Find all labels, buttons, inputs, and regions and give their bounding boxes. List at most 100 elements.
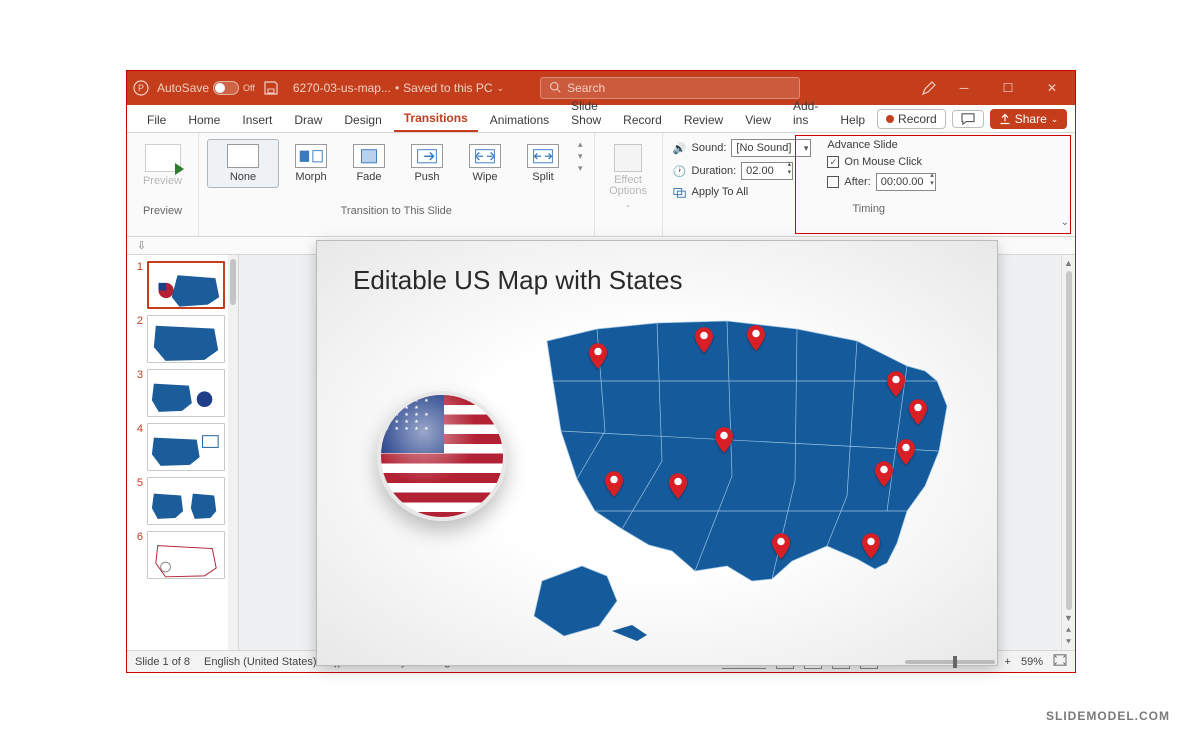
slide-canvas-area: Editable US Map with States ★ ★ ★ ★ ★★ ★… [239, 255, 1075, 650]
prev-slide-icon[interactable]: ⯅ [1065, 624, 1072, 636]
transition-split[interactable]: Split [517, 139, 569, 188]
checkbox-checked-icon: ✓ [827, 156, 839, 168]
thumbnail-3[interactable]: 3 [133, 369, 236, 417]
push-icon [411, 144, 443, 168]
apply-to-all-button[interactable]: Apply To All [673, 185, 812, 199]
autosave-toggle[interactable]: AutoSave Off [157, 81, 255, 95]
sound-combo[interactable]: [No Sound] [731, 139, 811, 157]
minimize-button[interactable]: ─ [947, 71, 981, 105]
chevron-down-icon: ⌄ [497, 83, 505, 94]
transition-morph[interactable]: Morph [285, 139, 337, 188]
tab-transitions[interactable]: Transitions [394, 105, 478, 132]
save-icon[interactable] [263, 80, 279, 96]
tab-insert[interactable]: Insert [232, 107, 282, 132]
slide[interactable]: Editable US Map with States ★ ★ ★ ★ ★★ ★… [317, 241, 997, 665]
gallery-more-icon[interactable]: ▴▾▾ [575, 139, 586, 174]
close-button[interactable]: ✕ [1035, 71, 1069, 105]
tab-help[interactable]: Help [830, 107, 875, 132]
record-button[interactable]: Record [877, 109, 946, 129]
next-slide-icon[interactable]: ⯆ [1065, 636, 1072, 648]
duration-label: Duration: [692, 165, 737, 177]
tab-review[interactable]: Review [674, 107, 733, 132]
zoom-in-button[interactable]: + [1005, 656, 1011, 668]
thumbnails-pane: 1 2 3 4 5 [127, 255, 239, 650]
thumbnail-1[interactable]: 1 [133, 261, 236, 309]
scroll-down-icon: ▼ [1064, 612, 1073, 624]
zoom-slider[interactable] [905, 660, 995, 664]
wipe-icon [469, 144, 501, 168]
fade-icon [353, 144, 385, 168]
checkbox-unchecked-icon [827, 176, 839, 188]
qat-overflow-icon[interactable]: ⇩ [137, 239, 146, 252]
zoom-level[interactable]: 59% [1021, 656, 1043, 668]
map-pin [589, 343, 607, 369]
map-pin [669, 473, 687, 499]
group-label-transitions: Transition to This Slide [207, 201, 586, 221]
after-spinner[interactable]: 00:00.00 [876, 173, 936, 191]
share-button[interactable]: Share ⌄ [990, 109, 1068, 129]
document-title[interactable]: 6270-03-us-map... • Saved to this PC ⌄ [293, 81, 504, 95]
map-pin [897, 439, 915, 465]
transition-push[interactable]: Push [401, 139, 453, 188]
autosave-state: Off [243, 83, 255, 93]
thumbnail-6[interactable]: 6 [133, 531, 236, 579]
map-pin [862, 533, 880, 559]
on-mouse-click-checkbox[interactable]: ✓ On Mouse Click [827, 156, 935, 168]
chevron-down-icon: ⌄ [625, 200, 632, 209]
search-icon [549, 81, 561, 96]
app-icon: P [133, 80, 149, 96]
clock-icon: 🕐 [673, 164, 687, 178]
transition-none[interactable]: None [207, 139, 279, 188]
tab-animations[interactable]: Animations [480, 107, 559, 132]
slide-title: Editable US Map with States [353, 265, 683, 296]
tab-home[interactable]: Home [178, 107, 230, 132]
advance-slide-label: Advance Slide [827, 139, 935, 151]
ribbon: Preview Preview None Morph Fade Push Wip… [127, 133, 1075, 237]
fit-to-window-button[interactable] [1053, 654, 1067, 669]
comments-button[interactable] [952, 110, 984, 128]
autosave-label: AutoSave [157, 81, 209, 95]
morph-icon [295, 144, 327, 168]
tab-slide-show[interactable]: Slide Show [561, 93, 611, 132]
tab-add-ins[interactable]: Add-ins [783, 93, 828, 132]
preview-button[interactable]: Preview [137, 139, 189, 192]
after-checkbox[interactable]: After: 00:00.00 [827, 173, 935, 191]
svg-text:P: P [138, 83, 144, 93]
map-pin [887, 371, 905, 397]
tab-view[interactable]: View [735, 107, 781, 132]
none-icon [227, 144, 259, 168]
effect-options-button[interactable]: Effect Options ⌄ [603, 139, 654, 214]
apply-all-icon [673, 185, 687, 199]
tab-draw[interactable]: Draw [284, 107, 332, 132]
map-pin [747, 325, 765, 351]
sound-label: Sound: [692, 142, 727, 154]
tab-record[interactable]: Record [613, 107, 672, 132]
map-pin [909, 399, 927, 425]
thumbnails-scrollbar[interactable] [228, 255, 238, 650]
duration-spinner[interactable]: 02.00 [741, 162, 793, 180]
map-pin [875, 461, 893, 487]
thumbnail-5[interactable]: 5 [133, 477, 236, 525]
transition-wipe[interactable]: Wipe [459, 139, 511, 188]
map-pin [715, 427, 733, 453]
map-pin [695, 327, 713, 353]
record-dot-icon [886, 115, 894, 123]
map-pin [605, 471, 623, 497]
tab-file[interactable]: File [137, 107, 176, 132]
powerpoint-window: P AutoSave Off 6270-03-us-map... • Saved… [127, 71, 1075, 672]
pencil-icon[interactable] [921, 80, 937, 96]
workspace: 1 2 3 4 5 [127, 255, 1075, 650]
maximize-button[interactable]: ☐ [991, 71, 1025, 105]
us-flag-sphere: ★ ★ ★ ★ ★★ ★ ★ ★★ ★ ★ ★ ★★ ★ ★ ★★ ★ ★ ★ … [377, 391, 507, 521]
collapse-ribbon-icon[interactable]: ⌄ [1061, 217, 1069, 228]
transition-fade[interactable]: Fade [343, 139, 395, 188]
split-icon [527, 144, 559, 168]
tab-design[interactable]: Design [334, 107, 391, 132]
preview-icon [145, 144, 181, 172]
slide-counter[interactable]: Slide 1 of 8 [135, 656, 190, 668]
language-status[interactable]: English (United States) [204, 656, 317, 668]
canvas-scrollbar[interactable]: ▲ ▼ ⯅ ⯆ [1061, 255, 1075, 650]
thumbnail-2[interactable]: 2 [133, 315, 236, 363]
thumbnail-4[interactable]: 4 [133, 423, 236, 471]
watermark: SLIDEMODEL.COM [1046, 709, 1170, 723]
